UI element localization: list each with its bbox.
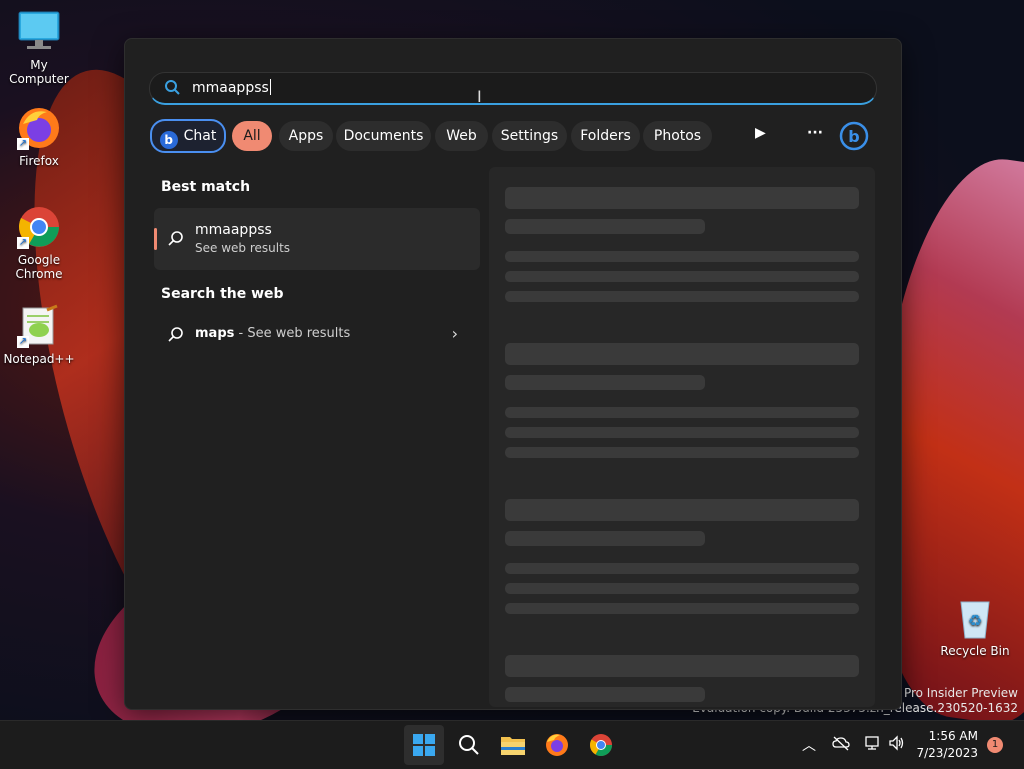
play-icon[interactable]: ▶ — [755, 125, 766, 141]
skeleton-block — [505, 291, 859, 302]
search-web-heading: Search the web — [161, 286, 284, 302]
shortcut-arrow-icon: ↗ — [17, 237, 29, 249]
skeleton-block — [505, 187, 859, 209]
windows-logo-icon — [413, 734, 435, 756]
chevron-up-icon[interactable]: ︿ — [802, 735, 816, 755]
notification-badge[interactable]: 1 — [987, 737, 1003, 753]
clock[interactable]: 1:56 AM 7/23/2023 — [916, 728, 978, 762]
taskbar: ︿ 1:56 AM 7/23/2023 1 — [0, 720, 1024, 769]
network-icon[interactable] — [864, 735, 882, 755]
chevron-right-icon[interactable]: › — [452, 324, 458, 343]
more-options-icon[interactable]: ··· — [807, 125, 823, 141]
desktop-icon-firefox[interactable]: ↗ Firefox — [1, 106, 77, 168]
shortcut-arrow-icon: ↗ — [17, 138, 29, 150]
taskbar-search-button[interactable] — [449, 725, 489, 765]
text-cursor-icon: I — [477, 87, 482, 106]
desktop-icon-my-computer[interactable]: My Computer — [1, 10, 77, 86]
chip-all[interactable]: All — [232, 121, 272, 151]
chip-documents[interactable]: Documents — [336, 121, 431, 151]
search-icon — [168, 326, 184, 346]
chip-chat[interactable]: b Chat — [150, 119, 226, 153]
best-match-subtitle: See web results — [195, 241, 291, 255]
taskbar-firefox[interactable] — [537, 725, 577, 765]
firefox-icon: ↗ — [17, 106, 61, 150]
search-input[interactable]: mmaappss — [149, 72, 877, 105]
desktop-icon-label: My Computer — [9, 58, 69, 86]
chip-folders[interactable]: Folders — [571, 121, 640, 151]
desktop-icon-label: Recycle Bin — [940, 644, 1010, 658]
chip-web[interactable]: Web — [435, 121, 488, 151]
folder-icon — [501, 737, 525, 755]
best-match-item[interactable]: mmaappss See web results — [154, 208, 480, 270]
skeleton-block — [505, 447, 859, 458]
search-query-text: mmaappss — [192, 79, 271, 96]
skeleton-block — [505, 531, 705, 546]
notepadpp-icon: ↗ — [17, 304, 61, 348]
volume-icon[interactable] — [888, 735, 906, 755]
chip-settings[interactable]: Settings — [492, 121, 567, 151]
skeleton-block — [505, 375, 705, 390]
desktop-icon-chrome[interactable]: ↗ Google Chrome — [1, 205, 77, 281]
preview-pane-loading — [489, 167, 875, 707]
skeleton-block — [505, 271, 859, 282]
recycle-bin-icon: ♻ — [955, 596, 995, 640]
monitor-icon — [17, 10, 61, 54]
skeleton-block — [505, 219, 705, 234]
chrome-icon — [590, 734, 612, 756]
skeleton-block — [505, 563, 859, 574]
bing-button[interactable]: b — [839, 121, 869, 155]
desktop-icon-label: Firefox — [19, 154, 59, 168]
clock-time: 1:56 AM — [928, 729, 978, 743]
desktop-icon-recycle-bin[interactable]: ♻ Recycle Bin — [940, 596, 1010, 658]
skeleton-block — [505, 603, 859, 614]
skeleton-block — [505, 251, 859, 262]
skeleton-block — [505, 499, 859, 521]
watermark-line: 11 Pro Insider Preview — [884, 686, 1018, 700]
web-result-item[interactable]: maps - See web results › — [154, 317, 480, 351]
skeleton-block — [505, 343, 859, 365]
skeleton-block — [505, 687, 705, 702]
desktop-icon-label: Google Chrome — [15, 253, 63, 281]
start-button[interactable] — [404, 725, 444, 765]
firefox-icon — [546, 734, 568, 756]
search-icon — [164, 79, 180, 99]
search-icon — [168, 230, 184, 250]
chrome-icon: ↗ — [17, 205, 61, 249]
shortcut-arrow-icon: ↗ — [17, 336, 29, 348]
desktop-icon-notepadpp[interactable]: ↗ Notepad++ — [1, 304, 77, 366]
onedrive-offline-icon[interactable] — [832, 735, 850, 755]
clock-date: 7/23/2023 — [916, 746, 978, 760]
taskbar-chrome[interactable] — [581, 725, 621, 765]
skeleton-block — [505, 407, 859, 418]
svg-text:♻: ♻ — [968, 611, 982, 630]
taskbar-file-explorer[interactable] — [493, 725, 533, 765]
search-panel: mmaappss I b Chat All Apps Documents Web … — [124, 38, 902, 710]
bing-icon: b — [839, 121, 869, 151]
skeleton-block — [505, 655, 859, 677]
chip-photos[interactable]: Photos — [643, 121, 712, 151]
web-result-text: maps - See web results — [195, 326, 351, 341]
skeleton-block — [505, 427, 859, 438]
search-icon — [459, 735, 479, 755]
chip-apps[interactable]: Apps — [279, 121, 333, 151]
desktop-icon-label: Notepad++ — [3, 352, 75, 366]
skeleton-block — [505, 583, 859, 594]
best-match-title: mmaappss — [195, 222, 272, 238]
bing-icon: b — [159, 131, 178, 149]
selection-accent — [154, 228, 157, 250]
best-match-heading: Best match — [161, 179, 251, 195]
svg-text:b: b — [848, 127, 859, 146]
